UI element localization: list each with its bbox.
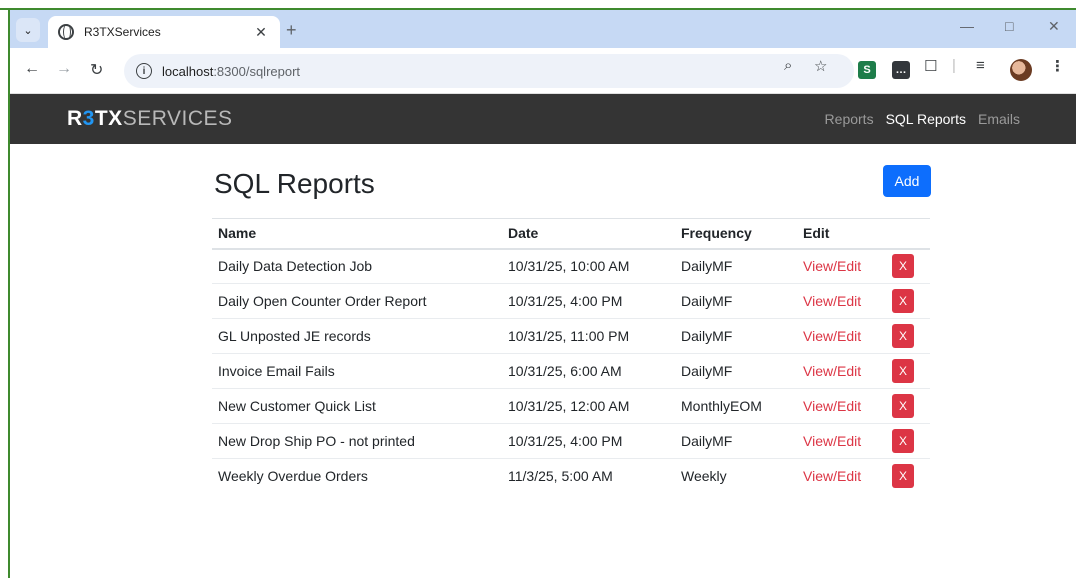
- report-frequency: MonthlyEOM: [675, 388, 797, 424]
- minimize-icon[interactable]: —: [960, 18, 974, 34]
- brand-r: R: [67, 107, 83, 130]
- nav-link-emails[interactable]: Emails: [978, 111, 1020, 127]
- delete-button[interactable]: X: [892, 289, 914, 313]
- nav-link-sql-reports[interactable]: SQL Reports: [886, 111, 966, 127]
- profile-avatar[interactable]: [1010, 59, 1032, 81]
- table-row: Daily Open Counter Order Report 10/31/25,…: [212, 283, 930, 319]
- url-text: localhost:8300/sqlreport: [162, 64, 300, 79]
- delete-cell: X: [886, 283, 930, 319]
- reload-icon[interactable]: ↻: [90, 60, 103, 80]
- table-row: Weekly Overdue Orders 11/3/25, 5:00 AM Wee…: [212, 459, 930, 494]
- report-name: Daily Open Counter Order Report: [212, 283, 502, 319]
- table-row: Daily Data Detection Job 10/31/25, 10:00 …: [212, 248, 930, 284]
- delete-cell: X: [886, 248, 930, 284]
- table-row: Invoice Email Fails 10/31/25, 6:00 AM Dail…: [212, 353, 930, 389]
- table-body: Daily Data Detection Job 10/31/25, 10:00 …: [212, 248, 930, 494]
- add-button[interactable]: Add: [883, 165, 931, 197]
- report-date: 10/31/25, 4:00 PM: [502, 423, 675, 459]
- extensions-puzzle-icon[interactable]: ☐: [924, 57, 937, 75]
- table-row: GL Unposted JE records 10/31/25, 11:00 PM…: [212, 318, 930, 354]
- globe-icon: [58, 24, 74, 40]
- delete-button[interactable]: X: [892, 324, 914, 348]
- nav-link-reports[interactable]: Reports: [825, 111, 874, 127]
- view-edit-link[interactable]: View/Edit: [797, 248, 886, 284]
- delete-cell: X: [886, 388, 930, 424]
- window-close-icon[interactable]: ✕: [1048, 18, 1060, 35]
- column-header-edit: Edit: [797, 218, 886, 250]
- nav-links: Reports SQL Reports Emails: [825, 111, 1020, 127]
- address-bar[interactable]: i localhost:8300/sqlreport: [124, 54, 854, 88]
- delete-button[interactable]: X: [892, 254, 914, 279]
- table-row: New Customer Quick List 10/31/25, 12:00 A…: [212, 388, 930, 424]
- column-header-date: Date: [502, 218, 675, 250]
- view-edit-link[interactable]: View/Edit: [797, 318, 886, 354]
- report-name: New Drop Ship PO - not printed: [212, 423, 502, 459]
- page-title: SQL Reports: [214, 168, 375, 199]
- close-tab-icon[interactable]: ✕: [252, 24, 270, 41]
- table-header-row: Name Date Frequency Edit: [212, 218, 930, 250]
- report-date: 10/31/25, 11:00 PM: [502, 318, 675, 354]
- report-frequency: DailyMF: [675, 283, 797, 319]
- brand-3: 3: [82, 107, 95, 130]
- tab-search-chevron-icon[interactable]: ⌄: [16, 18, 40, 42]
- extension-password-icon[interactable]: …: [892, 61, 910, 79]
- table-row: New Drop Ship PO - not printed 10/31/25, …: [212, 423, 930, 459]
- app-navbar: R3TXSERVICES Reports SQL Reports Emails: [10, 94, 1076, 144]
- back-arrow-icon[interactable]: ←: [24, 60, 40, 78]
- report-name: Weekly Overdue Orders: [218, 468, 368, 485]
- column-header-frequency: Frequency: [675, 218, 797, 250]
- new-tab-icon[interactable]: +: [286, 20, 297, 41]
- report-date: 10/31/25, 12:00 AM: [502, 388, 675, 424]
- more-menu-icon[interactable]: ⋮: [1050, 57, 1065, 75]
- view-edit-link[interactable]: View/Edit: [797, 353, 886, 389]
- browser-toolbar: ← → ↻ i localhost:8300/sqlreport ⌕ ☆ S ……: [10, 48, 1076, 94]
- delete-cell: X: [886, 353, 930, 389]
- delete-cell: X: [886, 423, 930, 459]
- tab-title: R3TXServices: [84, 25, 161, 39]
- zoom-icon[interactable]: ⌕: [784, 57, 792, 74]
- report-name: GL Unposted JE records: [212, 318, 502, 354]
- column-header-delete: [886, 218, 930, 250]
- bookmark-star-icon[interactable]: ☆: [814, 57, 827, 75]
- view-edit-link[interactable]: View/Edit: [797, 388, 886, 424]
- delete-button[interactable]: X: [892, 394, 914, 418]
- delete-cell: X: [886, 318, 930, 354]
- report-name: Daily Data Detection Job: [212, 248, 502, 284]
- delete-button[interactable]: X: [892, 464, 914, 489]
- report-frequency: Weekly: [681, 468, 727, 485]
- report-frequency: DailyMF: [675, 318, 797, 354]
- brand-logo[interactable]: R3TXSERVICES: [67, 107, 233, 131]
- report-frequency: DailyMF: [675, 353, 797, 389]
- report-date: 10/31/25, 10:00 AM: [502, 248, 675, 284]
- sql-reports-table: Name Date Frequency Edit Daily Data Dete…: [212, 218, 930, 494]
- brand-services: SERVICES: [122, 107, 233, 130]
- browser-tab[interactable]: R3TXServices ✕: [48, 16, 280, 48]
- report-date: 10/31/25, 6:00 AM: [502, 353, 675, 389]
- report-frequency: DailyMF: [675, 423, 797, 459]
- maximize-icon[interactable]: □: [1005, 18, 1013, 34]
- view-edit-link[interactable]: View/Edit: [797, 459, 886, 494]
- report-date: 10/31/25, 4:00 PM: [502, 283, 675, 319]
- delete-cell: X: [886, 459, 930, 494]
- site-info-icon[interactable]: i: [136, 63, 152, 79]
- url-path: :8300/sqlreport: [213, 63, 301, 79]
- report-frequency: DailyMF: [675, 248, 797, 284]
- view-edit-link[interactable]: View/Edit: [797, 423, 886, 459]
- report-name: Invoice Email Fails: [212, 353, 502, 389]
- reading-list-icon[interactable]: ≡: [976, 57, 985, 74]
- tab-strip: ⌄ R3TXServices ✕ + — □ ✕: [10, 10, 1076, 48]
- report-name: New Customer Quick List: [212, 388, 502, 424]
- report-date: 11/3/25, 5:00 AM: [508, 468, 613, 485]
- extension-s-icon[interactable]: S: [858, 61, 876, 79]
- toolbar-divider: |: [952, 57, 956, 74]
- brand-tx: TX: [94, 107, 123, 130]
- column-header-name: Name: [212, 218, 502, 250]
- delete-button[interactable]: X: [892, 359, 914, 383]
- delete-button[interactable]: X: [892, 429, 914, 453]
- url-host: localhost: [162, 63, 214, 79]
- forward-arrow-icon[interactable]: →: [56, 60, 72, 78]
- view-edit-link[interactable]: View/Edit: [797, 283, 886, 319]
- browser-window: ⌄ R3TXServices ✕ + — □ ✕ ← → ↻ i localho…: [8, 8, 1076, 578]
